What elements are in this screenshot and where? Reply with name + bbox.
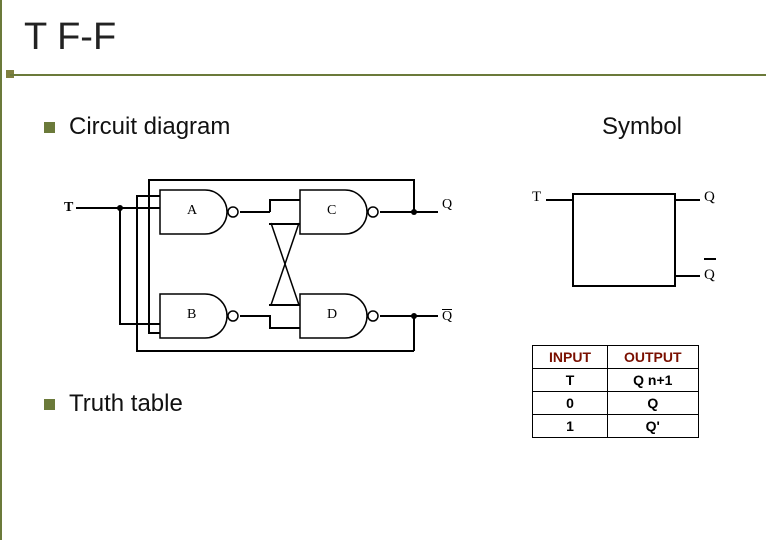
wire bbox=[119, 323, 160, 325]
truth-table: INPUT OUTPUT T Q n+1 0 Q 1 Q' bbox=[532, 345, 699, 438]
symbol-qbar-label: Q bbox=[704, 267, 715, 284]
slide-title: T F-F bbox=[24, 16, 116, 58]
wire bbox=[119, 207, 160, 209]
circuit-q-label: Q bbox=[442, 197, 452, 213]
th-output: OUTPUT bbox=[608, 346, 699, 369]
heading-circuit: Circuit diagram bbox=[69, 113, 230, 141]
wire bbox=[148, 179, 414, 181]
symbol-box-icon bbox=[572, 193, 676, 287]
title-area: T F-F bbox=[2, 0, 780, 63]
nand-gate-d-icon bbox=[299, 293, 385, 339]
nand-gate-a-icon bbox=[159, 189, 245, 235]
table-row: 1 Q' bbox=[533, 415, 699, 438]
wire bbox=[674, 199, 700, 201]
symbol-diagram: T Q Q bbox=[532, 185, 722, 295]
wire bbox=[119, 207, 121, 324]
sub-t: T bbox=[533, 369, 608, 392]
bullet-square-icon bbox=[44, 122, 55, 133]
nand-gate-c-icon bbox=[299, 189, 385, 235]
wire bbox=[269, 223, 300, 225]
gate-a-label: A bbox=[187, 203, 197, 219]
table-row: INPUT OUTPUT bbox=[533, 346, 699, 369]
wire bbox=[240, 315, 270, 317]
bullet-square-icon bbox=[44, 399, 55, 410]
wire bbox=[380, 211, 438, 213]
table-row: 0 Q bbox=[533, 392, 699, 415]
symbol-q-label: Q bbox=[704, 189, 715, 206]
gate-b-label: B bbox=[187, 307, 196, 323]
wire bbox=[269, 327, 300, 329]
cell: 1 bbox=[533, 415, 608, 438]
wire-node bbox=[117, 205, 123, 211]
slide: T F-F Circuit diagram Symbol T A B C bbox=[0, 0, 780, 540]
title-underline bbox=[10, 74, 766, 76]
wire bbox=[674, 275, 700, 277]
cell: Q bbox=[608, 392, 699, 415]
wire bbox=[76, 207, 120, 209]
bullet-truth: Truth table bbox=[2, 330, 183, 418]
wire bbox=[269, 304, 300, 306]
gate-c-label: C bbox=[327, 203, 336, 219]
symbol-qbar-overline bbox=[704, 258, 716, 260]
wire bbox=[380, 315, 438, 317]
bullet-circuit: Circuit diagram bbox=[44, 113, 230, 141]
table-row: T Q n+1 bbox=[533, 369, 699, 392]
qbar-overline bbox=[442, 309, 452, 310]
cell: 0 bbox=[533, 392, 608, 415]
gate-d-label: D bbox=[327, 307, 337, 323]
heading-truth: Truth table bbox=[69, 390, 183, 418]
circuit-input-label: T bbox=[64, 200, 73, 216]
wire bbox=[240, 211, 270, 213]
wire bbox=[136, 195, 138, 351]
heading-symbol: Symbol bbox=[602, 113, 690, 141]
th-input: INPUT bbox=[533, 346, 608, 369]
sub-q: Q n+1 bbox=[608, 369, 699, 392]
cell: Q' bbox=[608, 415, 699, 438]
circuit-qbar-label: Q bbox=[442, 309, 452, 325]
wire bbox=[148, 179, 150, 333]
symbol-input-label: T bbox=[532, 189, 541, 206]
cross-wire-icon bbox=[269, 215, 309, 315]
wire bbox=[413, 316, 415, 351]
wire bbox=[413, 179, 415, 212]
wire bbox=[269, 199, 300, 201]
wire bbox=[546, 199, 572, 201]
wire bbox=[269, 199, 271, 212]
